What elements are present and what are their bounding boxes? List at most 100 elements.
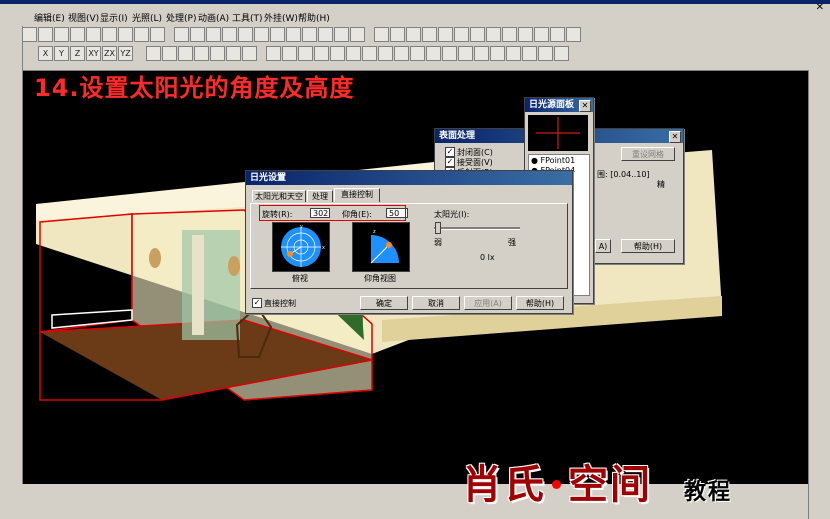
sun-intensity-slider[interactable] xyxy=(434,227,520,230)
toolbar-tool-icon[interactable] xyxy=(174,27,189,42)
toolbar-tool-icon[interactable] xyxy=(38,27,53,42)
apply-button[interactable]: 应用(A) xyxy=(464,296,512,310)
toolbar-tool-icon[interactable] xyxy=(330,46,345,61)
toolbar-tool-icon[interactable] xyxy=(390,27,405,42)
direct-control-checkbox[interactable]: ✓ xyxy=(252,298,262,308)
toolbar-tool-icon[interactable] xyxy=(406,27,421,42)
menu-display[interactable]: 显示(I) xyxy=(100,11,128,24)
toolbar-tool-icon[interactable] xyxy=(118,27,133,42)
toolbar-tool-icon[interactable] xyxy=(70,27,85,42)
toolbar-tool-icon[interactable] xyxy=(298,46,313,61)
toolbar-tool-icon[interactable] xyxy=(554,46,569,61)
toolbar-tool-icon[interactable] xyxy=(394,46,409,61)
toolbar-tool-icon[interactable] xyxy=(518,27,533,42)
top-view-widget[interactable]: y x xyxy=(272,222,330,272)
menu-bar: 编辑(E) 视图(V) 显示(I) 光照(L) 处理(P) 动画(A) 工具(T… xyxy=(0,0,830,27)
toolbar-tool-icon[interactable] xyxy=(454,27,469,42)
axis-y-button[interactable]: Y xyxy=(54,46,69,61)
toolbar-tool-icon[interactable] xyxy=(318,27,333,42)
toolbar-tool-icon[interactable] xyxy=(442,46,457,61)
toolbar-tool-icon[interactable] xyxy=(190,27,205,42)
menu-edit[interactable]: 编辑(E) xyxy=(34,11,65,24)
axis-zx-button[interactable]: ZX xyxy=(102,46,117,61)
right-tool-strip xyxy=(808,70,830,519)
toolbar-tool-icon[interactable] xyxy=(150,27,165,42)
surface-help-button[interactable]: 帮助(H) xyxy=(621,239,675,253)
tab-sun-and-sky[interactable]: 太阳光和天空 xyxy=(252,190,306,202)
elevation-view-widget[interactable]: z xyxy=(352,222,410,272)
toolbar-tool-icon[interactable] xyxy=(506,46,521,61)
toolbar-tool-icon[interactable] xyxy=(254,27,269,42)
toolbar-tool-icon[interactable] xyxy=(302,27,317,42)
strong-label: 强 xyxy=(508,238,516,247)
toolbar-tool-icon[interactable] xyxy=(490,46,505,61)
toolbar-tool-icon[interactable] xyxy=(242,46,257,61)
toolbar-tool-icon[interactable] xyxy=(550,27,565,42)
axis-yz-button[interactable]: YZ xyxy=(118,46,133,61)
toolbar-tool-icon[interactable] xyxy=(282,46,297,61)
menu-tools[interactable]: 工具(T) xyxy=(232,11,263,24)
toolbar-tool-icon[interactable] xyxy=(422,27,437,42)
toolbar-tool-icon[interactable] xyxy=(314,46,329,61)
surface-check-receive[interactable]: ✓ xyxy=(445,157,455,167)
toolbar-tool-icon[interactable] xyxy=(222,27,237,42)
menu-process[interactable]: 处理(P) xyxy=(166,11,196,24)
toolbar-tool-icon[interactable] xyxy=(534,27,549,42)
toolbar-tool-icon[interactable] xyxy=(238,27,253,42)
toolbar-tool-icon[interactable] xyxy=(270,27,285,42)
toolbar-tool-icon[interactable] xyxy=(194,46,209,61)
tab-process[interactable]: 处理 xyxy=(307,190,333,202)
toolbar-tool-icon[interactable] xyxy=(210,46,225,61)
toolbar-tool-icon[interactable] xyxy=(486,27,501,42)
toolbar-tool-icon[interactable] xyxy=(266,46,281,61)
toolbar-tool-icon[interactable] xyxy=(362,46,377,61)
toolbar-tool-icon[interactable] xyxy=(206,27,221,42)
surface-a-button[interactable]: A) xyxy=(595,239,611,253)
toolbar-tool-icon[interactable] xyxy=(350,27,365,42)
toolbar-tool-icon[interactable] xyxy=(346,46,361,61)
light-list-item[interactable]: ● FPoint01 xyxy=(531,156,575,165)
tab-direct-control[interactable]: 直接控制 xyxy=(334,188,380,202)
axis-x-button[interactable]: X xyxy=(38,46,53,61)
surface-dialog-close-icon[interactable]: ✕ xyxy=(669,131,681,143)
toolbar-tool-icon[interactable] xyxy=(566,27,581,42)
cancel-button[interactable]: 取消 xyxy=(412,296,460,310)
lamp-left xyxy=(149,248,161,268)
toolbar-tool-icon[interactable] xyxy=(470,27,485,42)
toolbar-tool-icon[interactable] xyxy=(502,27,517,42)
toolbar-tool-icon[interactable] xyxy=(438,27,453,42)
axis-xy-button[interactable]: XY xyxy=(86,46,101,61)
toolbar-tool-icon[interactable] xyxy=(426,46,441,61)
toolbar-tool-icon[interactable] xyxy=(54,27,69,42)
toolbar-tool-icon[interactable] xyxy=(86,27,101,42)
toolbar-tool-icon[interactable] xyxy=(334,27,349,42)
toolbar-tool-icon[interactable] xyxy=(458,46,473,61)
axis-z-button[interactable]: Z xyxy=(70,46,85,61)
menu-lighting[interactable]: 光照(L) xyxy=(132,11,162,24)
toolbar-tool-icon[interactable] xyxy=(162,46,177,61)
toolbar-tool-icon[interactable] xyxy=(410,46,425,61)
menu-animation[interactable]: 动画(A) xyxy=(198,11,229,24)
surface-check-closed[interactable]: ✓ xyxy=(445,147,455,157)
toolbar-tool-icon[interactable] xyxy=(538,46,553,61)
menu-help[interactable]: 帮助(H) xyxy=(298,11,330,24)
menu-plugins[interactable]: 外挂(W) xyxy=(264,11,298,24)
help-button[interactable]: 帮助(H) xyxy=(516,296,564,310)
toolbar-tool-icon[interactable] xyxy=(178,46,193,61)
toolbar-tool-icon[interactable] xyxy=(226,46,241,61)
window-close-icon[interactable]: ✕ xyxy=(816,2,824,13)
toolbar-tool-icon[interactable] xyxy=(102,27,117,42)
toolbar-tool-icon[interactable] xyxy=(146,46,161,61)
toolbar-tool-icon[interactable] xyxy=(522,46,537,61)
toolbar-tool-icon[interactable] xyxy=(374,27,389,42)
toolbar-tool-icon[interactable] xyxy=(22,27,37,42)
toolbar-tool-icon[interactable] xyxy=(474,46,489,61)
reset-mesh-button[interactable]: 重设网格 xyxy=(621,147,675,161)
ok-button[interactable]: 确定 xyxy=(360,296,408,310)
toolbar-tool-icon[interactable] xyxy=(134,27,149,42)
toolbar-tool-icon[interactable] xyxy=(378,46,393,61)
menu-view[interactable]: 视图(V) xyxy=(68,11,99,24)
sun-intensity-thumb[interactable] xyxy=(435,222,441,234)
light-source-panel-close-icon[interactable]: ✕ xyxy=(579,100,591,112)
toolbar-tool-icon[interactable] xyxy=(286,27,301,42)
